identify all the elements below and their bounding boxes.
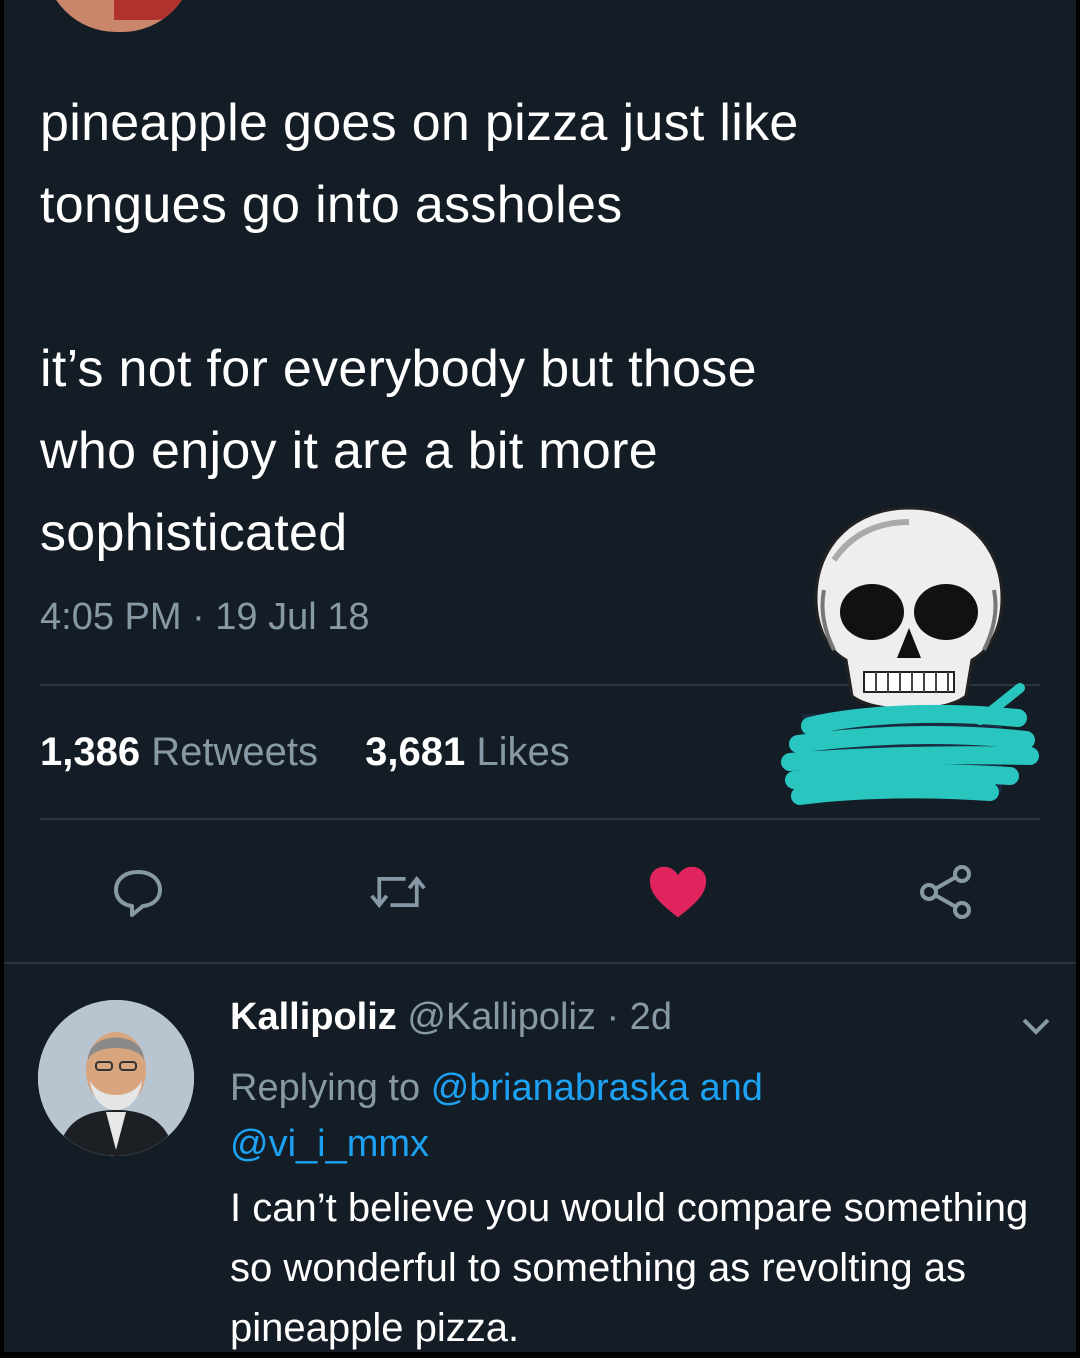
retweets-count[interactable]: 1,386 (40, 730, 140, 774)
reply-avatar[interactable] (38, 1000, 194, 1156)
mention-link[interactable]: @brianabraska (431, 1067, 689, 1109)
replying-and: and (699, 1067, 763, 1109)
chevron-down-icon (1022, 1018, 1050, 1035)
reply-button[interactable] (108, 862, 168, 922)
heart-icon (649, 866, 707, 918)
reply-author-name[interactable]: Kallipoliz (230, 996, 397, 1038)
tweet-stats: 1,386 Retweets 3,681 Likes (40, 730, 570, 775)
mention-link[interactable]: @vi_i_mmx (230, 1123, 429, 1165)
reply-time: · 2d (606, 996, 672, 1038)
tweet-timestamp: 4:05 PM · 19 Jul 18 (40, 596, 370, 638)
reply-text: I can’t believe you would compare someth… (230, 1186, 1029, 1350)
divider (4, 962, 1076, 964)
avatar-photo (38, 1000, 194, 1156)
likes-count[interactable]: 3,681 (365, 730, 465, 774)
more-options-button[interactable] (1016, 1010, 1056, 1045)
author-avatar[interactable] (44, 0, 194, 32)
tweet-actions (4, 862, 1076, 932)
share-button[interactable] (916, 862, 976, 922)
reply-header: Kallipoliz @Kallipoliz · 2d (230, 996, 672, 1039)
retweets-label[interactable]: Retweets (151, 730, 318, 774)
reply-icon (114, 870, 162, 917)
replying-to: Replying to @brianabraska and @vi_i_mmx (230, 1060, 1030, 1172)
retweet-button[interactable] (368, 862, 428, 922)
retweet-icon (370, 875, 426, 909)
redaction-scribble (781, 683, 1039, 805)
likes-label[interactable]: Likes (476, 730, 569, 774)
like-button[interactable] (648, 862, 708, 922)
reply-author-handle[interactable]: @Kallipoliz (407, 996, 596, 1038)
share-icon (920, 865, 971, 919)
divider (40, 818, 1040, 820)
replying-prefix: Replying to (230, 1067, 421, 1109)
tweet-detail-screen: pineapple goes on pizza just like tongue… (4, 0, 1076, 1352)
